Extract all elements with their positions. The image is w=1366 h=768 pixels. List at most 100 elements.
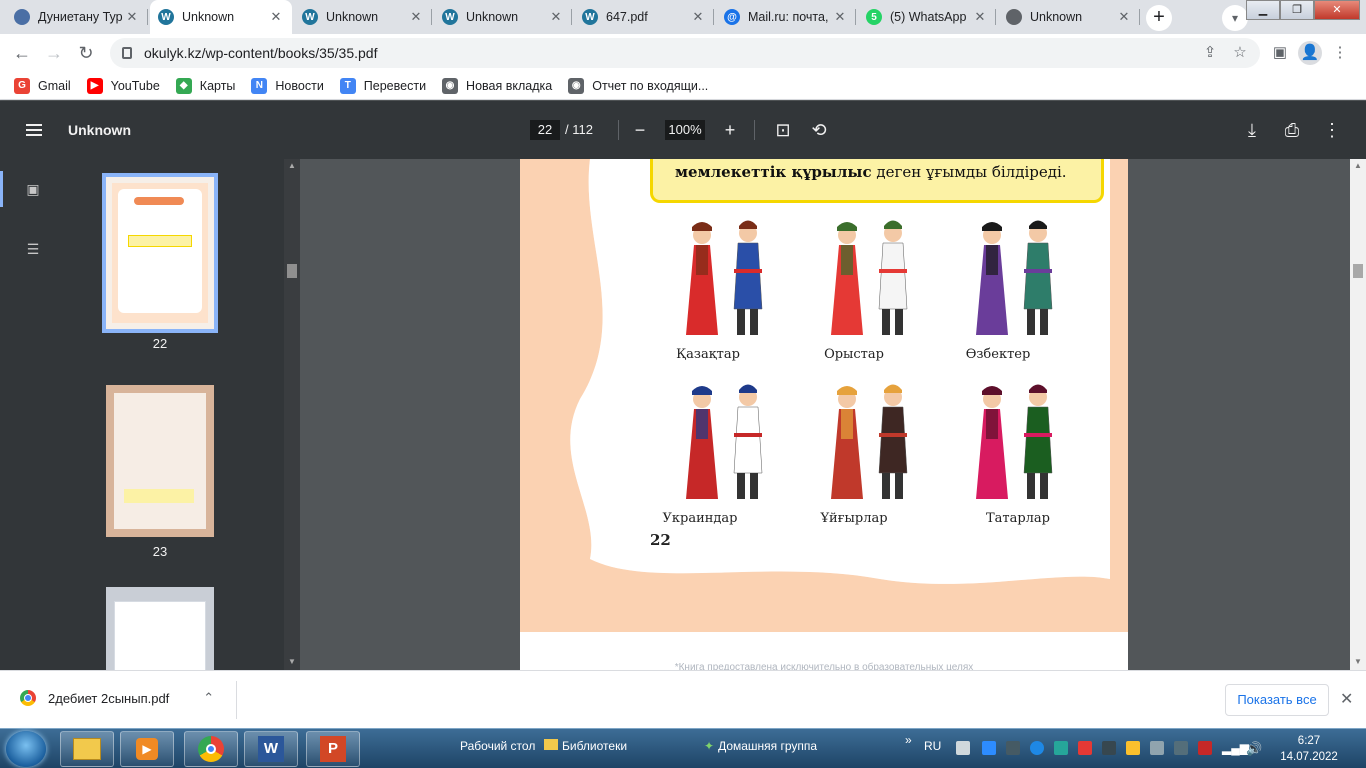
zoom-out-icon[interactable]: − — [628, 118, 652, 142]
zoom-in-icon[interactable]: + — [718, 118, 742, 142]
tab-search-icon[interactable]: ▾ — [1222, 5, 1248, 31]
bookmark-item[interactable]: ◉ Отчет по входящи... — [568, 77, 708, 94]
close-window-button[interactable]: ✕ — [1314, 0, 1360, 20]
menu-dots-icon[interactable]: ⋮ — [1328, 41, 1352, 65]
close-tab-icon[interactable]: ✕ — [124, 9, 140, 25]
homegroup-toolbar-label[interactable]: ✦ Домашняя группа — [704, 739, 817, 753]
tray-device-icon[interactable] — [1006, 741, 1020, 755]
show-all-button[interactable]: Показать все — [1225, 684, 1329, 716]
tab-label: Дуниетану Тур — [38, 10, 123, 24]
share-icon[interactable]: ⇪ — [1198, 41, 1222, 65]
tray-app-icon[interactable] — [1102, 741, 1116, 755]
more-actions-icon[interactable]: ⋮ — [1320, 118, 1344, 142]
tray-device-icon[interactable] — [1174, 741, 1188, 755]
figure-caption: Ұйғырлар — [820, 511, 888, 526]
tray-app-icon[interactable] — [1054, 741, 1068, 755]
bookmark-item[interactable]: N Новости — [251, 77, 324, 94]
word-app-icon[interactable]: W — [244, 731, 298, 767]
tab[interactable]: W 647.pdf ✕ — [574, 0, 714, 34]
thumbnails-icon[interactable]: ▣ — [20, 176, 46, 202]
close-tab-icon[interactable]: ✕ — [268, 9, 284, 25]
tray-app-icon[interactable] — [1126, 741, 1140, 755]
start-button[interactable] — [6, 731, 46, 767]
download-icon[interactable]: ⤓ — [1240, 118, 1264, 142]
viewer-scrollbar[interactable]: ▲ ▼ — [1350, 159, 1366, 670]
tab[interactable]: Дуниетану Тур ✕ — [6, 0, 148, 34]
close-tab-icon[interactable]: ✕ — [832, 9, 848, 25]
tray-monitor-icon[interactable] — [1150, 741, 1164, 755]
page-number-input[interactable]: 22 — [530, 120, 560, 140]
tray-error-icon[interactable] — [1198, 741, 1212, 755]
back-icon[interactable]: ← — [8, 39, 36, 67]
side-panel-icon[interactable]: ▣ — [1268, 41, 1292, 65]
costume-illustration — [960, 217, 1070, 347]
reload-icon[interactable]: ↻ — [72, 39, 100, 67]
scrollbar-thumb[interactable] — [287, 264, 297, 278]
page-thumbnail[interactable]: 22 — [102, 173, 218, 351]
tab-label: Unknown — [466, 10, 519, 24]
minimize-button[interactable]: ▁ — [1246, 0, 1280, 20]
rotate-icon[interactable]: ⟲ — [807, 118, 831, 142]
tray-zoom-icon[interactable] — [982, 741, 996, 755]
pdf-viewer[interactable]: мемлекеттік құрылыс деген ұғымды білдіре… — [300, 159, 1350, 670]
language-indicator[interactable]: RU — [924, 739, 941, 753]
scroll-down-icon[interactable]: ▼ — [288, 657, 296, 666]
scroll-up-icon[interactable]: ▲ — [288, 161, 296, 170]
media-player-app-icon[interactable]: ▶ — [120, 731, 174, 767]
close-tab-icon[interactable]: ✕ — [1116, 9, 1132, 25]
download-item[interactable]: 2дебиет 2сынып.pdf ⌃ — [20, 690, 214, 706]
system-clock[interactable]: 6:27 14.07.2022 — [1274, 733, 1344, 765]
bookmark-item[interactable]: ◆ Карты — [175, 77, 235, 94]
bookmark-item[interactable]: G Gmail — [14, 77, 71, 94]
zoom-input[interactable]: 100% — [665, 120, 705, 140]
download-filename: 2дебиет 2сынып.pdf — [48, 690, 170, 706]
tab-separator — [855, 9, 856, 25]
bookmark-item[interactable]: T Перевести — [339, 77, 426, 94]
tab[interactable]: @ Mail.ru: почта, ✕ — [716, 0, 856, 34]
maximize-button[interactable]: ❐ — [1280, 0, 1314, 20]
tab[interactable]: W Unknown ✕ — [294, 0, 432, 34]
thumbnail-image — [106, 385, 214, 537]
explorer-app-icon[interactable] — [60, 731, 114, 767]
fit-page-icon[interactable]: ⊡ — [771, 118, 795, 142]
menu-icon[interactable] — [26, 124, 42, 136]
forward-icon[interactable]: → — [40, 39, 68, 67]
tray-error-icon[interactable] — [1078, 741, 1092, 755]
tray-warning-icon[interactable] — [956, 741, 970, 755]
tab[interactable]: W Unknown ✕ — [434, 0, 572, 34]
scroll-up-icon[interactable]: ▲ — [1354, 161, 1362, 170]
bookmark-item[interactable]: ◉ Новая вкладка — [442, 77, 552, 94]
profile-avatar[interactable]: 👤 — [1298, 41, 1322, 65]
print-icon[interactable]: ⎙ — [1280, 118, 1304, 142]
tray-network-icon[interactable] — [1030, 741, 1044, 755]
chevron-up-icon[interactable]: ⌃ — [203, 690, 214, 706]
tab[interactable]: 5 (5) WhatsApp ✕ — [858, 0, 996, 34]
tab-separator — [571, 9, 572, 25]
toolbar-expand-icon[interactable]: » — [905, 733, 912, 747]
homegroup-label: Домашняя группа — [718, 739, 818, 753]
powerpoint-app-icon[interactable]: P — [306, 731, 360, 767]
scrollbar-thumb[interactable] — [1353, 264, 1363, 278]
tab[interactable]: W Unknown ✕ — [150, 0, 292, 34]
close-tab-icon[interactable]: ✕ — [972, 9, 988, 25]
close-icon[interactable]: ✕ — [1340, 689, 1353, 709]
page-thumbnail[interactable]: 23 — [106, 385, 214, 559]
address-bar[interactable]: okulyk.kz/wp-content/books/35/35.pdf — [110, 38, 1260, 68]
new-tab-button[interactable]: + — [1146, 5, 1172, 31]
close-tab-icon[interactable]: ✕ — [408, 9, 424, 25]
bookmark-star-icon[interactable]: ☆ — [1228, 41, 1252, 65]
bookmark-item[interactable]: ▶ YouTube — [86, 77, 160, 94]
chrome-app-icon[interactable] — [184, 731, 238, 767]
folder-icon — [544, 739, 558, 750]
wordpress-icon: W — [442, 9, 458, 25]
sidebar-scrollbar[interactable]: ▲ ▼ — [284, 159, 300, 670]
desktop-toolbar-label[interactable]: Рабочий стол — [460, 739, 535, 753]
scroll-down-icon[interactable]: ▼ — [1354, 657, 1362, 666]
volume-icon[interactable]: 🔊 — [1246, 741, 1262, 756]
tab[interactable]: Unknown ✕ — [998, 0, 1140, 34]
signal-icon[interactable]: ▂▄▆ — [1222, 741, 1249, 755]
close-tab-icon[interactable]: ✕ — [548, 9, 564, 25]
close-tab-icon[interactable]: ✕ — [690, 9, 706, 25]
outline-icon[interactable]: ☰ — [20, 236, 46, 262]
libraries-toolbar-label[interactable]: Библиотеки — [544, 739, 627, 753]
